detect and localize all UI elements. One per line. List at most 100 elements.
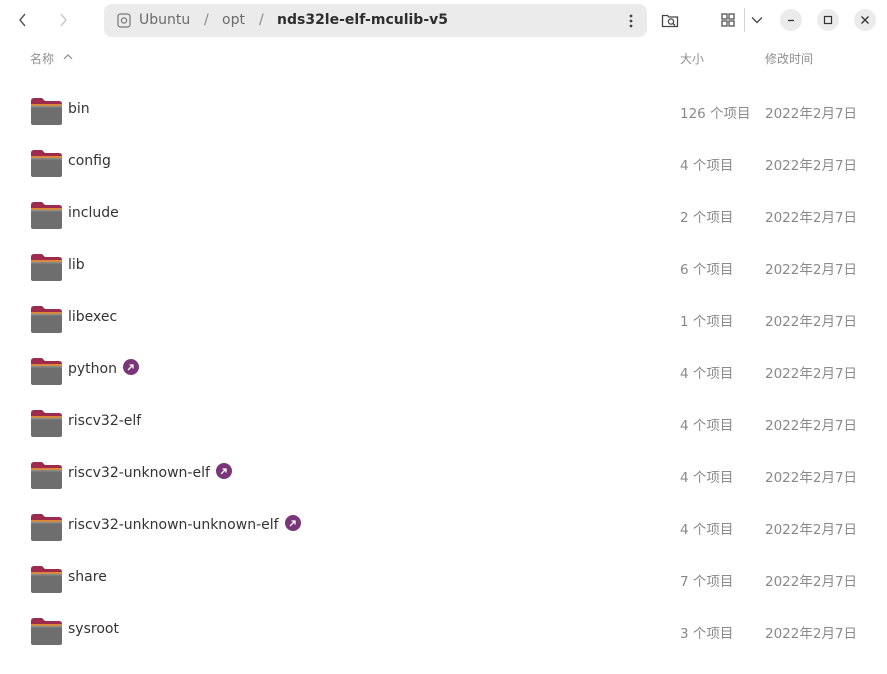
sort-ascending-icon bbox=[63, 54, 73, 60]
file-modified: 2022年2月7日 bbox=[765, 262, 858, 278]
file-name-text: riscv32-unknown-elf bbox=[68, 465, 210, 481]
breadcrumb-current-folder[interactable]: nds32le-elf-mculib-v5 bbox=[277, 12, 448, 28]
file-size: 6 个项目 bbox=[680, 262, 734, 278]
file-size: 7 个项目 bbox=[680, 574, 734, 590]
file-name-text: include bbox=[68, 205, 119, 221]
folder-icon bbox=[31, 150, 62, 177]
folder-icon bbox=[31, 462, 62, 489]
folder-search-icon bbox=[661, 14, 679, 28]
file-size: 1 个项目 bbox=[680, 314, 734, 330]
file-modified: 2022年2月7日 bbox=[765, 366, 858, 382]
chevron-down-icon bbox=[751, 17, 763, 24]
file-size: 4 个项目 bbox=[680, 366, 734, 382]
file-name: share bbox=[68, 569, 107, 585]
file-size: 4 个项目 bbox=[680, 470, 734, 486]
file-name: sysroot bbox=[68, 621, 119, 637]
close-button[interactable] bbox=[854, 9, 876, 31]
maximize-button[interactable] bbox=[817, 9, 839, 31]
folder-icon bbox=[31, 306, 62, 333]
file-name-text: lib bbox=[68, 257, 85, 273]
file-name-text: riscv32-unknown-unknown-elf bbox=[68, 517, 279, 533]
file-name-text: bin bbox=[68, 101, 90, 117]
file-size: 4 个项目 bbox=[680, 522, 734, 538]
breadcrumb-separator: / bbox=[259, 12, 264, 28]
file-modified: 2022年2月7日 bbox=[765, 418, 858, 434]
header-bar: Ubuntu / opt / nds32le-elf-mculib-v5 bbox=[0, 0, 887, 40]
chevron-left-icon bbox=[19, 13, 26, 27]
close-icon bbox=[861, 16, 869, 24]
file-size: 3 个项目 bbox=[680, 626, 734, 642]
folder-icon bbox=[31, 410, 62, 437]
vertical-dots-icon bbox=[629, 14, 633, 28]
file-name: python bbox=[68, 359, 139, 377]
file-modified: 2022年2月7日 bbox=[765, 522, 858, 538]
file-size: 4 个项目 bbox=[680, 418, 734, 434]
folder-icon bbox=[31, 566, 62, 593]
folder-icon bbox=[31, 202, 62, 229]
file-modified: 2022年2月7日 bbox=[765, 158, 858, 174]
file-row[interactable]: config 4 个项目 2022年2月7日 bbox=[0, 136, 887, 188]
file-modified: 2022年2月7日 bbox=[765, 470, 858, 486]
file-row[interactable]: include 2 个项目 2022年2月7日 bbox=[0, 188, 887, 240]
file-name-text: sysroot bbox=[68, 621, 119, 637]
folder-icon bbox=[31, 618, 62, 645]
file-modified: 2022年2月7日 bbox=[765, 574, 858, 590]
file-row[interactable]: lib 6 个项目 2022年2月7日 bbox=[0, 240, 887, 292]
file-name-text: libexec bbox=[68, 309, 118, 325]
file-modified: 2022年2月7日 bbox=[765, 210, 858, 226]
file-size: 126 个项目 bbox=[680, 106, 751, 122]
minimize-icon bbox=[788, 19, 794, 22]
file-name: libexec bbox=[68, 309, 117, 325]
file-modified: 2022年2月7日 bbox=[765, 626, 858, 642]
grid-view-icon bbox=[721, 13, 735, 27]
minimize-button[interactable] bbox=[780, 9, 802, 31]
file-row[interactable]: riscv32-elf 4 个项目 2022年2月7日 bbox=[0, 396, 887, 448]
file-name-text: riscv32-elf bbox=[68, 413, 142, 429]
folder-icon bbox=[31, 98, 62, 125]
file-row[interactable]: riscv32-unknown-unknown-elf 4 个项目 2022年2月7… bbox=[0, 500, 887, 552]
file-modified: 2022年2月7日 bbox=[765, 106, 858, 122]
breadcrumb-ubuntu[interactable]: Ubuntu bbox=[139, 12, 190, 28]
path-menu-button[interactable] bbox=[621, 12, 641, 30]
file-size: 4 个项目 bbox=[680, 158, 734, 174]
file-name-text: config bbox=[68, 153, 111, 169]
view-mode-button[interactable] bbox=[716, 9, 740, 31]
file-row[interactable]: riscv32-unknown-elf 4 个项目 2022年2月7日 bbox=[0, 448, 887, 500]
column-header-name[interactable]: 名称 bbox=[30, 50, 54, 67]
file-name: config bbox=[68, 153, 111, 169]
file-name: riscv32-unknown-elf bbox=[68, 463, 232, 481]
breadcrumb-opt[interactable]: opt bbox=[222, 12, 245, 28]
folder-icon bbox=[31, 254, 62, 281]
column-header-modified[interactable]: 修改时间 bbox=[765, 50, 813, 67]
file-name: include bbox=[68, 205, 119, 221]
file-row[interactable]: share 7 个项目 2022年2月7日 bbox=[0, 552, 887, 604]
back-button[interactable] bbox=[8, 6, 38, 34]
toolbar-divider bbox=[744, 8, 745, 32]
file-row[interactable]: sysroot 3 个项目 2022年2月7日 bbox=[0, 604, 887, 656]
search-button[interactable] bbox=[658, 9, 682, 31]
file-size: 2 个项目 bbox=[680, 210, 734, 226]
file-name: lib bbox=[68, 257, 85, 273]
symlink-arrow-icon bbox=[215, 463, 232, 479]
file-row[interactable]: bin 126 个项目 2022年2月7日 bbox=[0, 84, 887, 136]
maximize-icon bbox=[823, 15, 833, 25]
symlink-arrow-icon bbox=[284, 515, 301, 531]
folder-icon bbox=[31, 514, 62, 541]
file-name: riscv32-elf bbox=[68, 413, 141, 429]
symlink-arrow-icon bbox=[122, 359, 139, 375]
view-options-button[interactable] bbox=[747, 9, 767, 31]
path-bar[interactable]: Ubuntu / opt / nds32le-elf-mculib-v5 bbox=[104, 4, 647, 37]
file-name-text: share bbox=[68, 569, 107, 585]
folder-icon bbox=[31, 358, 62, 385]
file-name: bin bbox=[68, 101, 90, 117]
file-modified: 2022年2月7日 bbox=[765, 314, 858, 330]
file-row[interactable]: libexec 1 个项目 2022年2月7日 bbox=[0, 292, 887, 344]
forward-button[interactable] bbox=[48, 6, 78, 34]
column-header-size[interactable]: 大小 bbox=[680, 50, 704, 67]
disk-icon bbox=[117, 13, 131, 28]
file-row[interactable]: python 4 个项目 2022年2月7日 bbox=[0, 344, 887, 396]
file-name: riscv32-unknown-unknown-elf bbox=[68, 515, 301, 533]
file-name-text: python bbox=[68, 361, 117, 377]
chevron-right-icon bbox=[60, 13, 67, 27]
breadcrumb-separator: / bbox=[204, 12, 209, 28]
